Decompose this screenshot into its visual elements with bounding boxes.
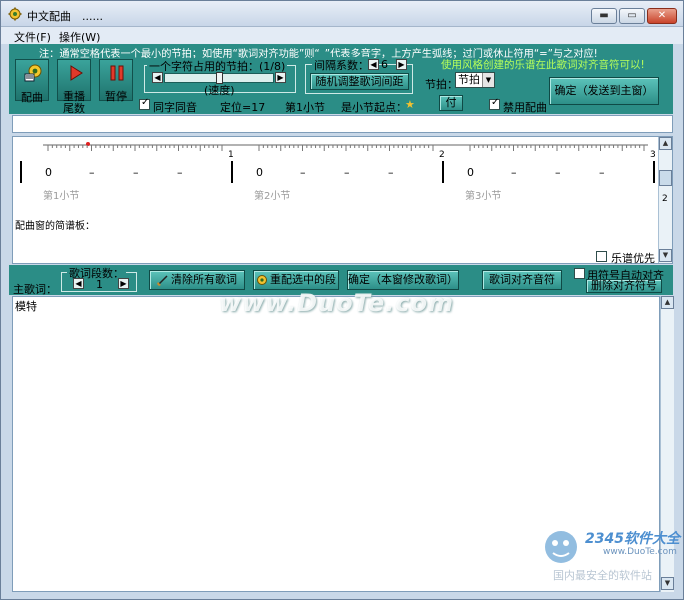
gear-icon — [257, 275, 267, 285]
ruler-cursor-marker — [86, 142, 90, 146]
replay-icon — [70, 65, 83, 81]
app-window: 中文配曲 ...... ▬ ▭ ✕ 文件(F) 操作(W) 注：通常空格代表一个… — [0, 0, 684, 600]
duote-watermark: www.DuoTe.com — [219, 289, 454, 317]
beat-note: 0 — [467, 166, 474, 179]
clear-lyrics-label: 清除所有歌词 — [171, 273, 237, 286]
scroll-down-icon[interactable]: ▼ — [659, 249, 672, 262]
interval-title: 间隔系数： — [312, 57, 371, 73]
beat-note: – — [511, 166, 517, 179]
beat-note: 0 — [256, 166, 263, 179]
position-label: 定位=17 — [220, 101, 266, 114]
measure-label: 第1小节 — [43, 189, 79, 202]
lyrics-text: 模特 — [15, 300, 37, 313]
title-bar: 中文配曲 ...... ▬ ▭ ✕ — [1, 1, 683, 27]
segments-value: 1 — [96, 278, 103, 291]
rematch-segment-button[interactable]: 重配选中的段 — [253, 270, 339, 290]
minimize-button[interactable]: ▬ — [591, 8, 617, 24]
measure-label: 第1小节 — [285, 101, 325, 114]
logo-url: www.DuoTe.com — [603, 547, 677, 557]
auto-align-checkbox[interactable] — [574, 268, 585, 279]
rematch-segment-label: 重配选中的段 — [270, 273, 336, 286]
menu-bar: 文件(F) 操作(W) — [1, 27, 683, 44]
fu-button[interactable]: 付 — [439, 95, 463, 111]
beat-note: – — [344, 166, 350, 179]
control-panel: 注：通常空格代表一个最小的节拍；如使用“歌词对齐功能”则“_”代表多音字，上方产… — [9, 44, 673, 115]
beat-note: – — [599, 166, 605, 179]
main-lyrics-label: 主歌词： — [13, 283, 57, 296]
interval-right-arrow[interactable]: ▶ — [396, 59, 407, 70]
measure-start-star-icon: ★ — [405, 98, 415, 111]
beat-select-label: 节拍： — [425, 78, 458, 91]
dropdown-arrow-icon[interactable]: ▼ — [482, 73, 494, 87]
score-board[interactable]: 1 0– – – 第1小节 2 0– – – 第2小节 3 0– – – 第3小节 配曲窗的简谱板： 乐谱优… — [12, 136, 673, 265]
align-notes-button[interactable]: 歌词对齐音符 — [482, 270, 562, 290]
beat-note: – — [89, 166, 95, 179]
maximize-button[interactable]: ▭ — [619, 8, 645, 24]
lyrics-scroll-up-icon[interactable]: ▲ — [661, 296, 674, 309]
same-sound-checkbox[interactable] — [139, 97, 150, 110]
window-title: 中文配曲 ...... — [27, 10, 103, 23]
measure-number: 2 — [439, 150, 445, 160]
disable-accompaniment-checkbox[interactable] — [489, 97, 500, 110]
top-text-input[interactable] — [12, 115, 673, 133]
score-ruler: 10– – –第1小节20– – –第2小节30– – –第3小节 — [20, 142, 656, 202]
beat-select-value: 节拍 — [458, 73, 480, 86]
random-spacing-button[interactable]: 随机调整歌词间距 — [310, 73, 409, 90]
logo-slogan: 国内最安全的软件站 — [553, 569, 652, 582]
segments-left-arrow[interactable]: ◀ — [73, 278, 84, 289]
beat-note: – — [555, 166, 561, 179]
menu-operation[interactable]: 操作(W) — [59, 29, 100, 45]
lyrics-scroll-down-icon[interactable]: ▼ — [661, 577, 674, 590]
clear-lyrics-button[interactable]: 清除所有歌词 — [149, 270, 245, 290]
music-first-checkbox[interactable] — [596, 251, 607, 262]
score-board-label: 配曲窗的简谱板： — [15, 221, 95, 232]
score-scrollbar[interactable]: ▲ 2 ▼ — [658, 137, 672, 263]
beat-note: – — [388, 166, 394, 179]
scroll-up-icon[interactable]: ▲ — [659, 137, 672, 150]
pause-icon — [110, 65, 124, 81]
measure-number: 3 — [650, 150, 656, 160]
measure-label: 第3小节 — [465, 189, 501, 202]
beat-note: 0 — [45, 166, 52, 179]
beat-left-arrow[interactable]: ◀ — [152, 72, 163, 83]
disable-accompaniment-label: 禁用配曲 — [503, 101, 547, 114]
scroll-value: 2 — [662, 194, 668, 204]
broom-icon — [157, 275, 168, 286]
compose-label: 配曲 — [21, 91, 43, 104]
replay-sub-label: 尾数 — [63, 102, 85, 115]
music-first-label: 乐谱优先 — [611, 252, 655, 265]
scroll-thumb[interactable] — [659, 170, 672, 186]
interval-value: 6 — [381, 58, 388, 71]
gear-icon — [24, 64, 42, 82]
beat-note: – — [300, 166, 306, 179]
beat-select[interactable]: 节拍 ▼ — [455, 72, 495, 88]
close-button[interactable]: ✕ — [647, 8, 677, 24]
send-to-main-button[interactable]: 确定（发送到主窗） — [549, 77, 659, 105]
measure-start-label: 是小节起点： — [341, 101, 407, 114]
measure-number: 1 — [228, 150, 234, 160]
segments-right-arrow[interactable]: ▶ — [118, 278, 129, 289]
confirm-lyrics-button[interactable]: 确定（本窗修改歌词） — [347, 270, 459, 290]
menu-file[interactable]: 文件(F) — [14, 29, 51, 45]
app-gear-icon — [8, 7, 22, 21]
pause-label: 暂停 — [105, 90, 127, 103]
same-sound-label: 同字同音 — [153, 101, 197, 114]
beat-note: – — [133, 166, 139, 179]
usage-note-sub: 使用风格创建的乐谱在此歌词对齐音符可以! — [441, 59, 645, 71]
logo-title: 2345软件大全 — [585, 531, 680, 547]
remove-align-button[interactable]: 删除对齐符号 — [586, 279, 662, 293]
measure-label: 第2小节 — [254, 189, 290, 202]
beat-note: – — [177, 166, 183, 179]
interval-left-arrow[interactable]: ◀ — [368, 59, 379, 70]
beat-right-arrow[interactable]: ▶ — [275, 72, 286, 83]
speed-label: (速度) — [204, 84, 235, 97]
